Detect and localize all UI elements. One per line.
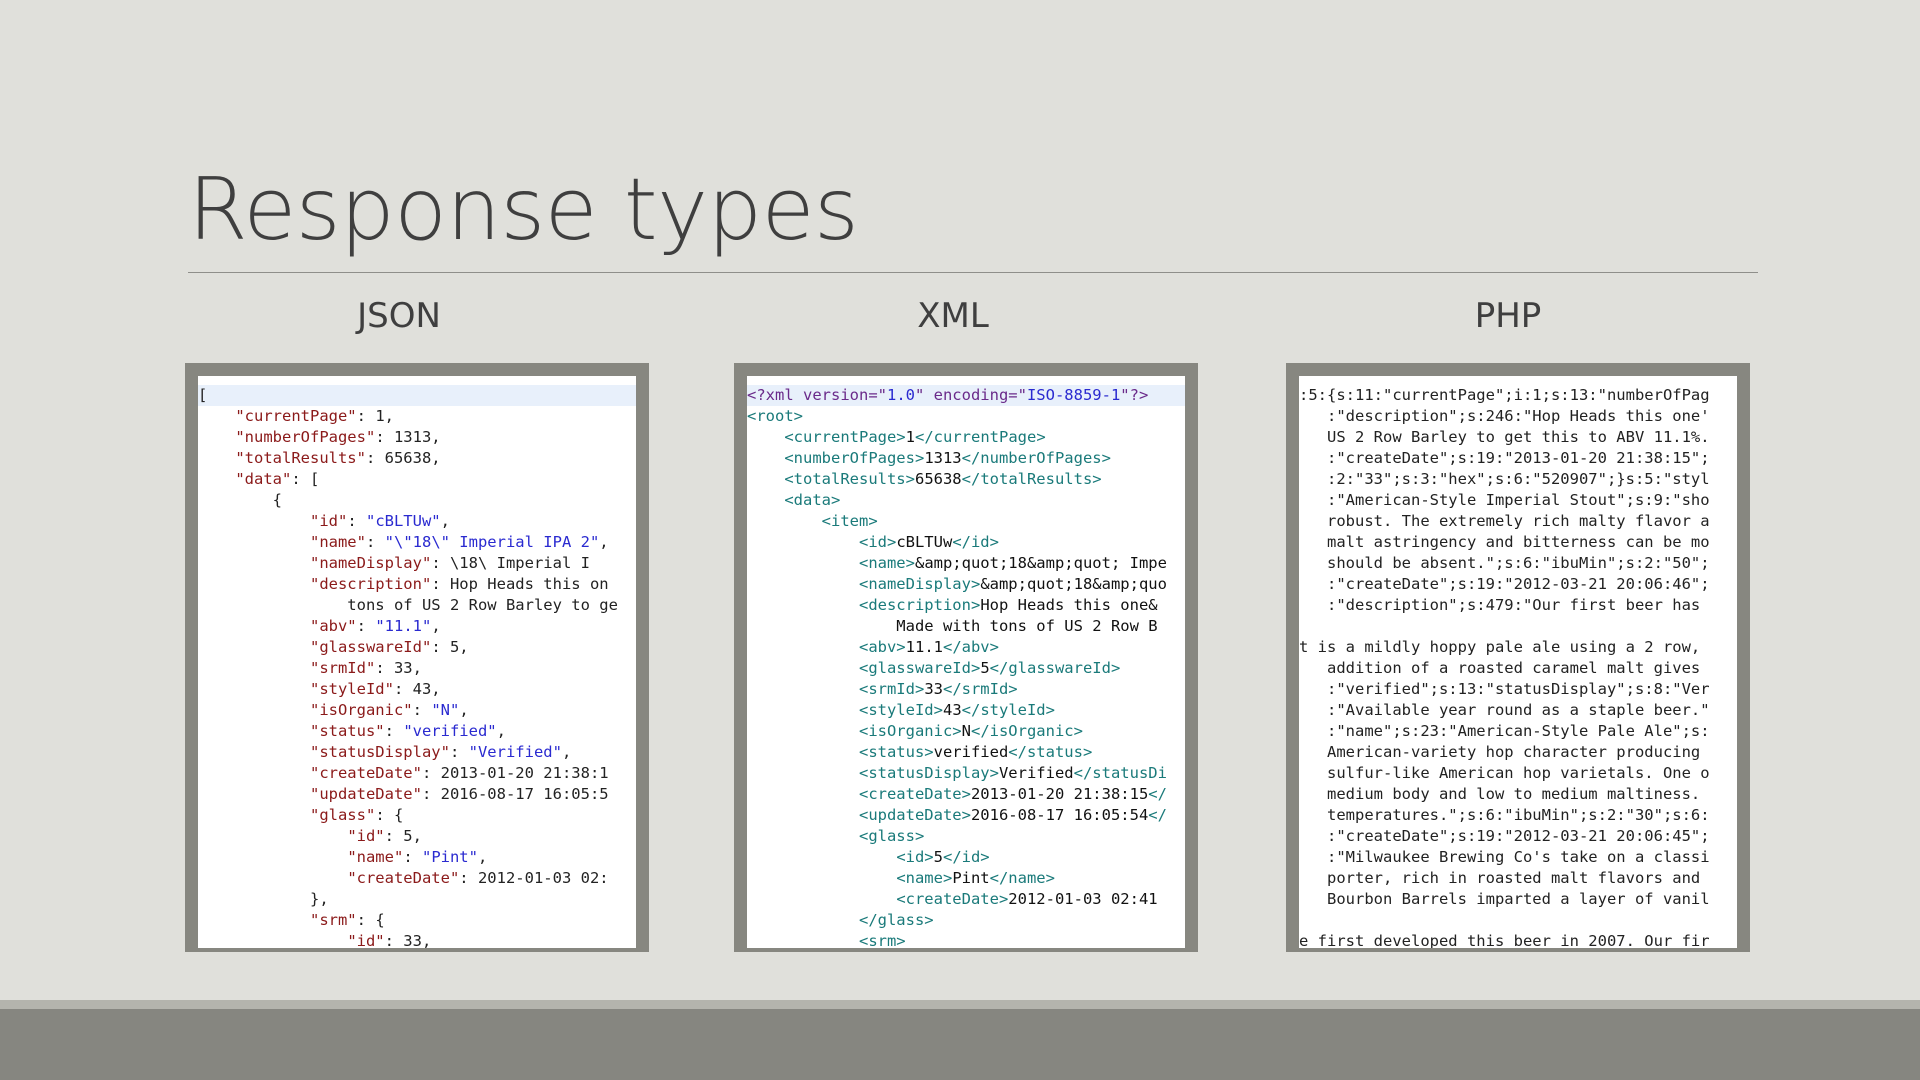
label-xml: XML [917, 296, 989, 336]
xml-code-line: <data> [784, 491, 841, 509]
php-code-line: :"description";s:479:"Our first beer has [1299, 596, 1701, 614]
json-code-line: "isOrganic": "N", [309, 701, 469, 719]
xml-code-line: <createDate>2013-01-20 21:38:15</ [858, 785, 1167, 803]
json-code-line: "glass": { [309, 806, 404, 824]
xml-code-line: <srm> [858, 932, 906, 948]
php-code-line: :5:{s:11:"currentPage";i:1;s:13:"numberO… [1299, 386, 1710, 404]
xml-code-line: <name>Pint</name> [896, 869, 1055, 887]
php-code-line: American-variety hop character producing [1299, 743, 1701, 761]
php-code-line: :"createDate";s:19:"2012-03-21 20:06:45"… [1299, 827, 1710, 845]
php-code-line: sulfur-like American hop varietals. One … [1299, 764, 1710, 782]
json-code-line: "abv": "11.1", [309, 617, 441, 635]
json-code-line: { [198, 491, 282, 509]
php-code-line: temperatures.";s:6:"ibuMin";s:2:"30";s:6… [1299, 806, 1710, 824]
xml-code-line: <abv>11.1</abv> [858, 638, 999, 656]
json-code-line: "name": "\"18\" Imperial IPA 2", [309, 533, 609, 551]
php-screenshot-frame: :5:{s:11:"currentPage";i:1;s:13:"numberO… [1286, 363, 1750, 952]
json-code-line: "styleId": 43, [309, 680, 441, 698]
php-code-line: :"description";s:246:"Hop Heads this one… [1299, 407, 1710, 425]
json-code-line: "id": 33, [347, 932, 432, 948]
json-code-view: [ "currentPage": 1, "numberOfPages": 131… [198, 376, 636, 948]
json-code-line: "srm": { [309, 911, 385, 929]
xml-code-line: Made with tons of US 2 Row B [747, 617, 1158, 635]
php-code-line: :2:"33";s:3:"hex";s:6:"520907";}s:5:"sty… [1299, 470, 1710, 488]
title-divider [188, 272, 1758, 273]
xml-code-line: </glass> [858, 911, 934, 929]
json-code-line: "nameDisplay": \18\ Imperial I [309, 554, 590, 572]
json-code-line: "id": 5, [347, 827, 422, 845]
json-code-line: tons of US 2 Row Barley to ge [198, 596, 618, 614]
json-code-line: }, [198, 890, 329, 908]
json-code-line: "id": "cBLTUw", [309, 512, 450, 530]
php-code-line: porter, rich in roasted malt flavors and [1299, 869, 1701, 887]
xml-code-line: <statusDisplay>Verified</statusDi [858, 764, 1167, 782]
php-code-line: t is a mildly hoppy pale ale using a 2 r… [1299, 638, 1701, 656]
php-code-line: medium body and low to medium maltiness. [1299, 785, 1701, 803]
xml-code-line: <?xml version="1.0" encoding="ISO-8859-1… [747, 385, 1185, 406]
xml-code-line: <name>&amp;quot;18&amp;quot; Impe [858, 554, 1167, 572]
xml-code-line: <nameDisplay>&amp;quot;18&amp;quo [858, 575, 1167, 593]
xml-code-line: <glass> [858, 827, 925, 845]
php-code-line: :"Available year round as a staple beer.… [1299, 701, 1710, 719]
php-code-line: malt astringency and bitterness can be m… [1299, 533, 1710, 551]
php-code-line: robust. The extremely rich malty flavor … [1299, 512, 1710, 530]
xml-code-line: <status>verified</status> [858, 743, 1093, 761]
xml-code-line: <numberOfPages>1313</numberOfPages> [784, 449, 1111, 467]
php-code-line: Bourbon Barrels imparted a layer of vani… [1299, 890, 1710, 908]
json-code-line: "data": [ [235, 470, 320, 488]
json-code-line: "srmId": 33, [309, 659, 422, 677]
php-code-line: :"verified";s:13:"statusDisplay";s:8:"Ve… [1299, 680, 1710, 698]
php-code-view: :5:{s:11:"currentPage";i:1;s:13:"numberO… [1299, 376, 1737, 948]
json-code-line: "numberOfPages": 1313, [235, 428, 441, 446]
xml-code-line: <id>5</id> [896, 848, 990, 866]
json-code-line: [ [198, 385, 636, 406]
slide-title: Response types [188, 160, 859, 260]
xml-code-line: <currentPage>1</currentPage> [784, 428, 1046, 446]
json-code-line: "statusDisplay": "Verified", [309, 743, 572, 761]
xml-screenshot-frame: <?xml version="1.0" encoding="ISO-8859-1… [734, 363, 1198, 952]
xml-code-line: <styleId>43</styleId> [858, 701, 1055, 719]
php-code-line: :"name";s:23:"American-Style Pale Ale";s… [1299, 722, 1710, 740]
footer-bar [0, 1000, 1920, 1080]
json-screenshot-frame: [ "currentPage": 1, "numberOfPages": 131… [185, 363, 649, 952]
label-json: JSON [357, 296, 441, 336]
label-php: PHP [1474, 296, 1542, 336]
xml-code-line: <isOrganic>N</isOrganic> [858, 722, 1083, 740]
php-code-line: :"createDate";s:19:"2012-03-21 20:06:46"… [1299, 575, 1710, 593]
php-code-line: :"American-Style Imperial Stout";s:9:"sh… [1299, 491, 1710, 509]
json-code-line: "createDate": 2012-01-03 02: [347, 869, 609, 887]
php-code-line: should be absent.";s:6:"ibuMin";s:2:"50"… [1299, 554, 1710, 572]
json-code-line: "totalResults": 65638, [235, 449, 441, 467]
json-code-line: "glasswareId": 5, [309, 638, 469, 656]
php-code-line: US 2 Row Barley to get this to ABV 11.1%… [1299, 428, 1710, 446]
json-code-line: "updateDate": 2016-08-17 16:05:5 [309, 785, 609, 803]
json-code-line: "status": "verified", [309, 722, 506, 740]
xml-code-line: <updateDate>2016-08-17 16:05:54</ [858, 806, 1167, 824]
php-code-line [1299, 616, 1737, 637]
xml-code-line: <description>Hop Heads this one& [858, 596, 1158, 614]
php-code-line: e first developed this beer in 2007. Our… [1299, 932, 1710, 948]
footer-accent [0, 1000, 1920, 1009]
xml-code-line: <createDate>2012-01-03 02:41 [896, 890, 1158, 908]
json-code-line: "currentPage": 1, [235, 407, 394, 425]
php-code-line: :"createDate";s:19:"2013-01-20 21:38:15"… [1299, 449, 1710, 467]
xml-code-view: <?xml version="1.0" encoding="ISO-8859-1… [747, 376, 1185, 948]
xml-code-line: <srmId>33</srmId> [858, 680, 1018, 698]
json-code-line: "description": Hop Heads this on [309, 575, 609, 593]
php-code-line: addition of a roasted caramel malt gives [1299, 659, 1701, 677]
xml-code-line: <root> [747, 407, 803, 425]
json-code-line: "name": "Pint", [347, 848, 488, 866]
xml-code-line: <item> [821, 512, 878, 530]
xml-code-line: <totalResults>65638</totalResults> [784, 470, 1102, 488]
php-code-line [1299, 910, 1737, 931]
json-code-line: "createDate": 2013-01-20 21:38:1 [309, 764, 609, 782]
php-code-line: :"Milwaukee Brewing Co's take on a class… [1299, 848, 1710, 866]
xml-code-line: <id>cBLTUw</id> [858, 533, 999, 551]
xml-code-line: <glasswareId>5</glasswareId> [858, 659, 1121, 677]
